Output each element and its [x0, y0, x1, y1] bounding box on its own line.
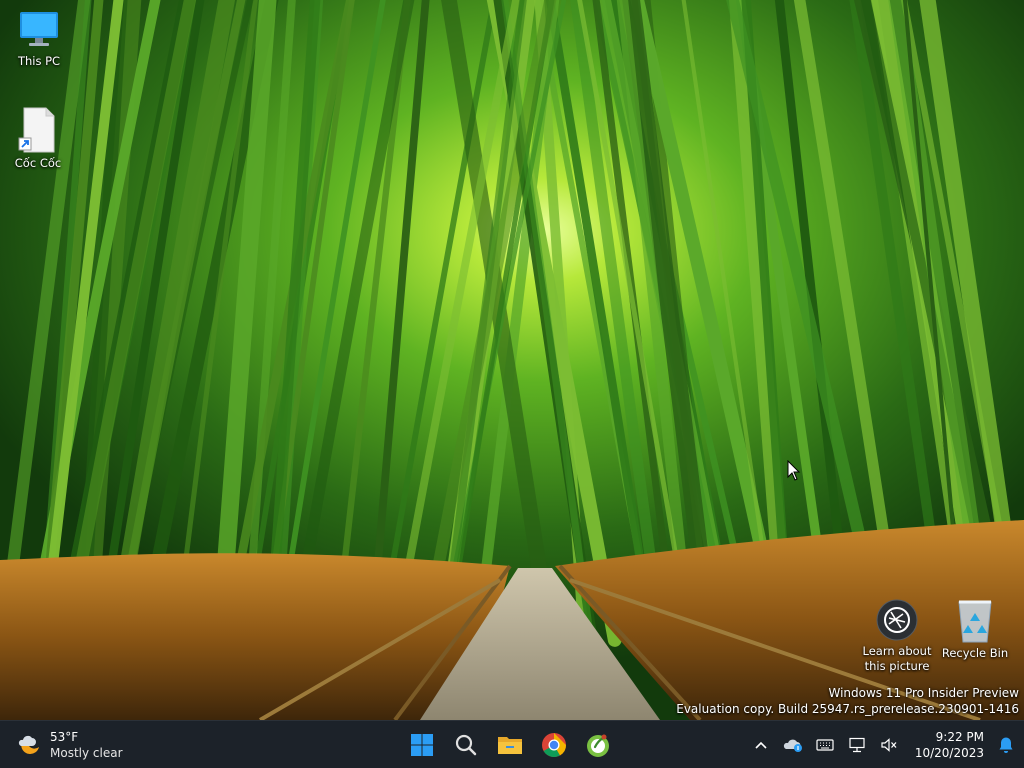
desktop-icon-label: This PC	[17, 54, 61, 68]
recycle-bin-icon	[958, 600, 992, 643]
network-tray-button[interactable]	[841, 725, 873, 765]
file-explorer-button[interactable]	[490, 725, 530, 765]
folder-icon	[498, 737, 522, 754]
document-shortcut-icon	[18, 107, 55, 153]
desktop-icon-this-pc[interactable]: This PC	[1, 8, 77, 69]
keyboard-tray-button[interactable]	[809, 725, 841, 765]
volume-tray-button[interactable]	[873, 725, 905, 765]
coccoc-icon	[587, 734, 609, 757]
desktop-icon-label: Learn about this picture	[862, 644, 932, 673]
keyboard-icon	[816, 739, 834, 751]
moon-cloud-icon	[18, 735, 39, 754]
windows-evaluation-watermark: Windows 11 Pro Insider Preview Evaluatio…	[676, 685, 1019, 717]
watermark-edition: Windows 11 Pro Insider Preview	[828, 686, 1019, 700]
desktop-icon-label: Recycle Bin	[941, 646, 1009, 660]
chevron-up-icon	[755, 741, 767, 749]
bell-icon	[999, 737, 1013, 753]
onedrive-icon	[783, 739, 802, 752]
desktop-icon-coccoc[interactable]: Cốc Cốc	[0, 106, 76, 171]
desktop-icon-learn-about-picture[interactable]: Learn about this picture	[858, 598, 936, 674]
system-tray: 9:22 PM 10/20/2023	[745, 721, 1024, 768]
search-button[interactable]	[446, 725, 486, 765]
watermark-build: Evaluation copy. Build 25947.rs_prerelea…	[676, 702, 1019, 716]
notification-center-button[interactable]	[992, 725, 1020, 765]
search-icon	[455, 734, 477, 756]
clock-date: 10/20/2023	[914, 746, 984, 760]
taskbar-clock[interactable]: 9:22 PM 10/20/2023	[905, 729, 992, 761]
onedrive-tray-button[interactable]	[777, 725, 809, 765]
mouse-cursor-icon	[787, 460, 801, 481]
weather-temperature: 53°F	[50, 730, 79, 744]
camera-aperture-icon	[876, 599, 918, 641]
desktop-icon-recycle-bin[interactable]: Recycle Bin	[937, 596, 1013, 661]
taskbar-apps	[402, 725, 618, 765]
chrome-button[interactable]	[534, 725, 574, 765]
windows-logo-icon	[411, 734, 433, 756]
clock-time: 9:22 PM	[935, 730, 984, 744]
network-icon	[849, 737, 865, 753]
weather-condition: Mostly clear	[50, 746, 123, 760]
volume-muted-icon	[881, 738, 897, 752]
start-button[interactable]	[402, 725, 442, 765]
taskbar: 53°F Mostly clear 9:22 PM 10/20/2023	[0, 720, 1024, 768]
weather-widget[interactable]: 53°F Mostly clear	[16, 728, 123, 762]
chrome-icon	[542, 733, 566, 758]
computer-icon	[20, 12, 58, 46]
desktop-icon-label: Cốc Cốc	[14, 156, 62, 170]
show-hidden-icons-button[interactable]	[745, 725, 777, 765]
coccoc-button[interactable]	[578, 725, 618, 765]
